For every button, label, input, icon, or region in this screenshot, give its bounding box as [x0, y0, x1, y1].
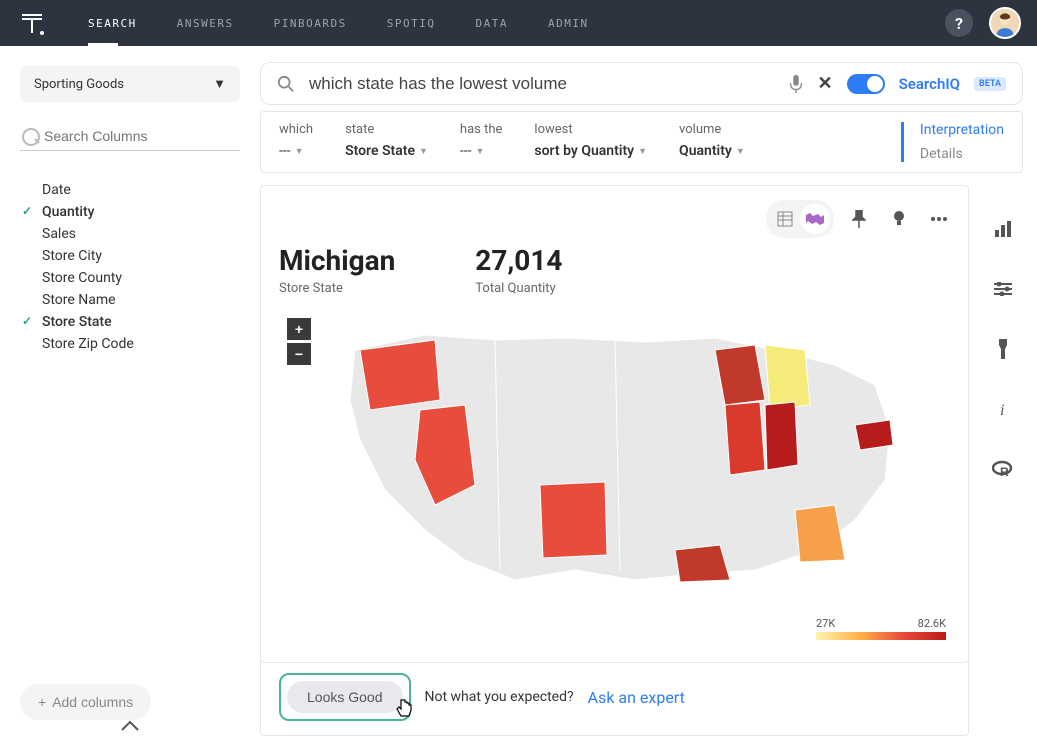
column-sales[interactable]: Sales [42, 223, 240, 245]
dropdown-icon: ▼ [295, 146, 304, 157]
settings-sliders-icon[interactable] [987, 273, 1019, 305]
search-columns-input[interactable] [20, 122, 240, 151]
column-quantity[interactable]: Quantity [42, 201, 240, 223]
r-icon[interactable]: R [987, 453, 1019, 485]
visualization-panel: Michigan Store State 27,014 Total Quanti… [260, 185, 969, 663]
tab-details[interactable]: Details [920, 146, 1004, 162]
column-store-name[interactable]: Store Name [42, 289, 240, 311]
data-source-label: Sporting Goods [34, 77, 124, 92]
footer-question: Not what you expected? [425, 689, 574, 705]
searchiq-label: SearchIQ [899, 75, 960, 93]
nav-data[interactable]: DATA [475, 1, 508, 46]
dropdown-icon: ▼ [638, 146, 647, 157]
headline-secondary-value: 27,014 [475, 244, 562, 277]
flashlight-icon[interactable] [987, 333, 1019, 365]
right-rail: i R [983, 185, 1023, 663]
search-query-input[interactable] [309, 74, 774, 94]
pin-icon[interactable] [844, 204, 874, 234]
dropdown-icon: ▼ [419, 146, 428, 157]
column-list: Date Quantity Sales Store City Store Cou… [20, 179, 240, 355]
looks-good-button[interactable]: Looks Good [287, 681, 403, 713]
microphone-icon[interactable] [788, 74, 804, 94]
tab-interpretation[interactable]: Interpretation [920, 122, 1004, 138]
column-date[interactable]: Date [42, 179, 240, 201]
top-nav: SEARCH ANSWERS PINBOARDS SPOTIQ DATA ADM… [0, 0, 1037, 46]
interp-label-volume: volume [679, 122, 745, 137]
clear-search-icon[interactable]: ✕ [818, 73, 833, 94]
viz-toolbar [766, 200, 954, 238]
headline-primary-sub: Store State [279, 281, 395, 296]
searchiq-toggle[interactable] [847, 74, 885, 94]
sidebar-collapse-handle[interactable] [120, 717, 140, 736]
table-view-icon[interactable] [770, 204, 800, 234]
column-store-state[interactable]: Store State [42, 311, 240, 333]
choropleth-map[interactable] [315, 310, 915, 590]
plus-icon: + [38, 694, 46, 710]
ask-expert-link[interactable]: Ask an expert [588, 688, 685, 707]
map-legend: 27K 82.6K [816, 617, 946, 640]
dropdown-icon: ▼ [736, 146, 745, 157]
more-icon[interactable] [924, 204, 954, 234]
app-logo[interactable] [16, 7, 48, 39]
main-content: ✕ SearchIQ BETA which ---▼ state Store S… [260, 46, 1037, 740]
interp-value-volume[interactable]: Quantity▼ [679, 143, 745, 159]
interpretation-panel: which ---▼ state Store State▼ has the --… [260, 111, 1023, 173]
help-icon[interactable]: ? [945, 9, 973, 37]
search-icon [277, 75, 295, 93]
interp-value-hasthe[interactable]: ---▼ [460, 143, 502, 159]
zoom-in-button[interactable]: + [287, 318, 311, 340]
column-store-county[interactable]: Store County [42, 267, 240, 289]
add-columns-label: Add columns [52, 694, 133, 710]
headline-secondary-sub: Total Quantity [475, 281, 562, 296]
interp-label-hasthe: has the [460, 122, 502, 137]
cursor-hand-icon [393, 698, 415, 725]
map-area[interactable]: + − [279, 310, 950, 644]
nav-items: SEARCH ANSWERS PINBOARDS SPOTIQ DATA ADM… [88, 1, 945, 46]
chart-config-icon[interactable] [987, 213, 1019, 245]
nav-admin[interactable]: ADMIN [548, 1, 589, 46]
data-source-selector[interactable]: Sporting Goods ▼ [20, 66, 240, 102]
map-zoom-controls: + − [287, 318, 311, 365]
interp-label-state: state [345, 122, 428, 137]
search-bar: ✕ SearchIQ BETA [260, 62, 1023, 105]
nav-right: ? [945, 7, 1021, 39]
interp-label-lowest: lowest [534, 122, 647, 137]
user-avatar[interactable] [989, 7, 1021, 39]
headline: Michigan Store State 27,014 Total Quanti… [279, 244, 950, 296]
viz-footer: Looks Good Not what you expected? Ask an… [260, 659, 969, 736]
nav-pinboards[interactable]: PINBOARDS [274, 1, 347, 46]
nav-spotiq[interactable]: SPOTIQ [387, 1, 436, 46]
dropdown-icon: ▼ [476, 146, 485, 157]
legend-min: 27K [816, 617, 835, 630]
info-icon[interactable]: i [987, 393, 1019, 425]
legend-max: 82.6K [918, 617, 946, 630]
legend-gradient [816, 632, 946, 640]
beta-badge: BETA [974, 77, 1006, 91]
column-store-city[interactable]: Store City [42, 245, 240, 267]
looks-good-highlight: Looks Good [279, 673, 411, 721]
chevron-down-icon: ▼ [213, 76, 226, 92]
interp-value-lowest[interactable]: sort by Quantity▼ [534, 143, 647, 159]
headline-primary-value: Michigan [279, 244, 395, 277]
add-columns-button[interactable]: + Add columns [20, 684, 151, 720]
map-view-icon[interactable] [800, 204, 830, 234]
lightbulb-icon[interactable] [884, 204, 914, 234]
sidebar: Sporting Goods ▼ Date Quantity Sales Sto… [0, 46, 260, 740]
interp-value-which[interactable]: ---▼ [279, 143, 313, 159]
zoom-out-button[interactable]: − [287, 343, 311, 365]
interp-value-state[interactable]: Store State▼ [345, 143, 428, 159]
interp-label-which: which [279, 122, 313, 137]
svg-text:R: R [1000, 465, 1009, 478]
svg-text:i: i [1000, 402, 1004, 418]
column-store-zip[interactable]: Store Zip Code [42, 333, 240, 355]
nav-answers[interactable]: ANSWERS [177, 1, 234, 46]
nav-search[interactable]: SEARCH [88, 1, 137, 46]
